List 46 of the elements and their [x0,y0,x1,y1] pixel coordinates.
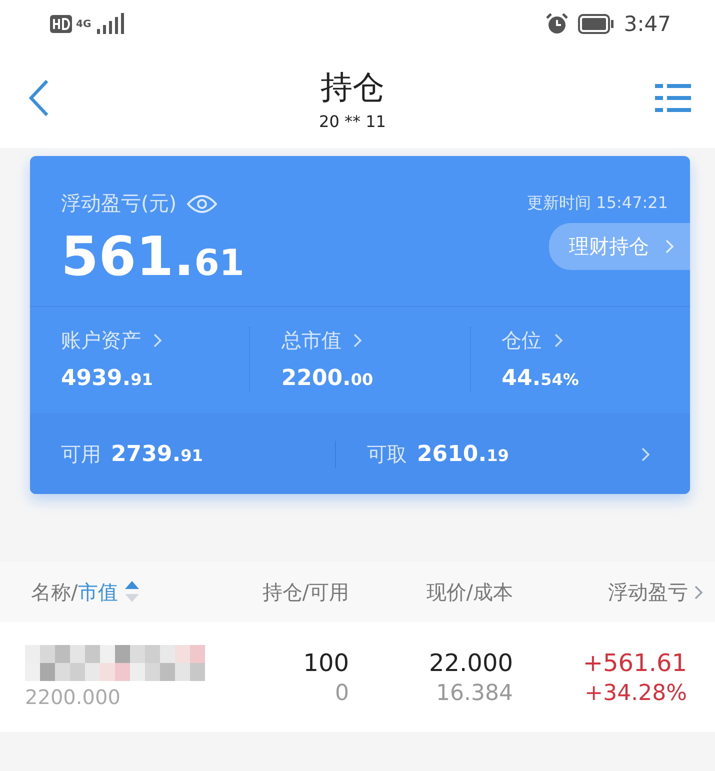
stat-label: 总市值 [281,327,342,354]
column-header: 持仓/可用 [262,578,349,606]
sort-column-link[interactable]: 市值 [78,578,118,606]
stat-value: 2200.00 [281,366,374,391]
pnl-value: 561.61 [61,225,244,288]
back-button[interactable] [28,79,50,117]
cost-price: 16.384 [436,680,513,706]
column-header: 浮动盈亏 [608,578,688,606]
hd-icon [50,15,72,33]
stat-label: 账户资产 [61,327,141,354]
network-label: 4G [76,18,92,30]
menu-button[interactable] [654,83,691,113]
update-time: 更新时间 15:47:21 [527,193,668,214]
page-title: 持仓 [320,66,384,108]
floating-pnl-percent: +34.28% [584,680,687,706]
available-quantity: 0 [335,680,349,706]
eye-icon [186,194,217,214]
stat-value: 44.54% [502,366,580,391]
fund-value: 2610.19 [417,442,509,467]
account-number: 20 ** 11 [319,112,386,130]
current-price: 22.000 [429,648,513,676]
column-header: 现价/成本 [426,578,513,606]
clock-time: 3:47 [624,12,671,36]
market-value: 2200.000 [25,685,122,709]
visibility-button[interactable] [186,194,217,214]
wealth-holdings-button[interactable]: 理财持仓 [549,223,690,270]
chevron-right-icon [153,333,162,348]
signal-icon [95,13,126,35]
column-header: 名称/ [31,578,78,606]
fund-label: 可用 [61,441,101,468]
chevron-right-icon [554,333,563,348]
alarm-icon [546,13,568,35]
stat-value: 4939.91 [61,366,154,391]
holding-quantity: 100 [303,648,349,676]
chevron-right-icon [353,333,362,348]
chevron-right-icon [665,239,674,254]
floating-pnl: +561.61 [582,648,687,676]
battery-icon [578,14,614,34]
menu-icon [654,83,691,113]
fund-label: 可取 [367,441,407,468]
fund-value: 2739.91 [111,442,203,467]
chevron-right-icon [694,584,703,600]
back-icon [28,79,50,117]
pnl-label: 浮动盈亏(元) [61,190,177,217]
chevron-right-icon [641,447,650,462]
stat-label: 仓位 [502,327,542,354]
